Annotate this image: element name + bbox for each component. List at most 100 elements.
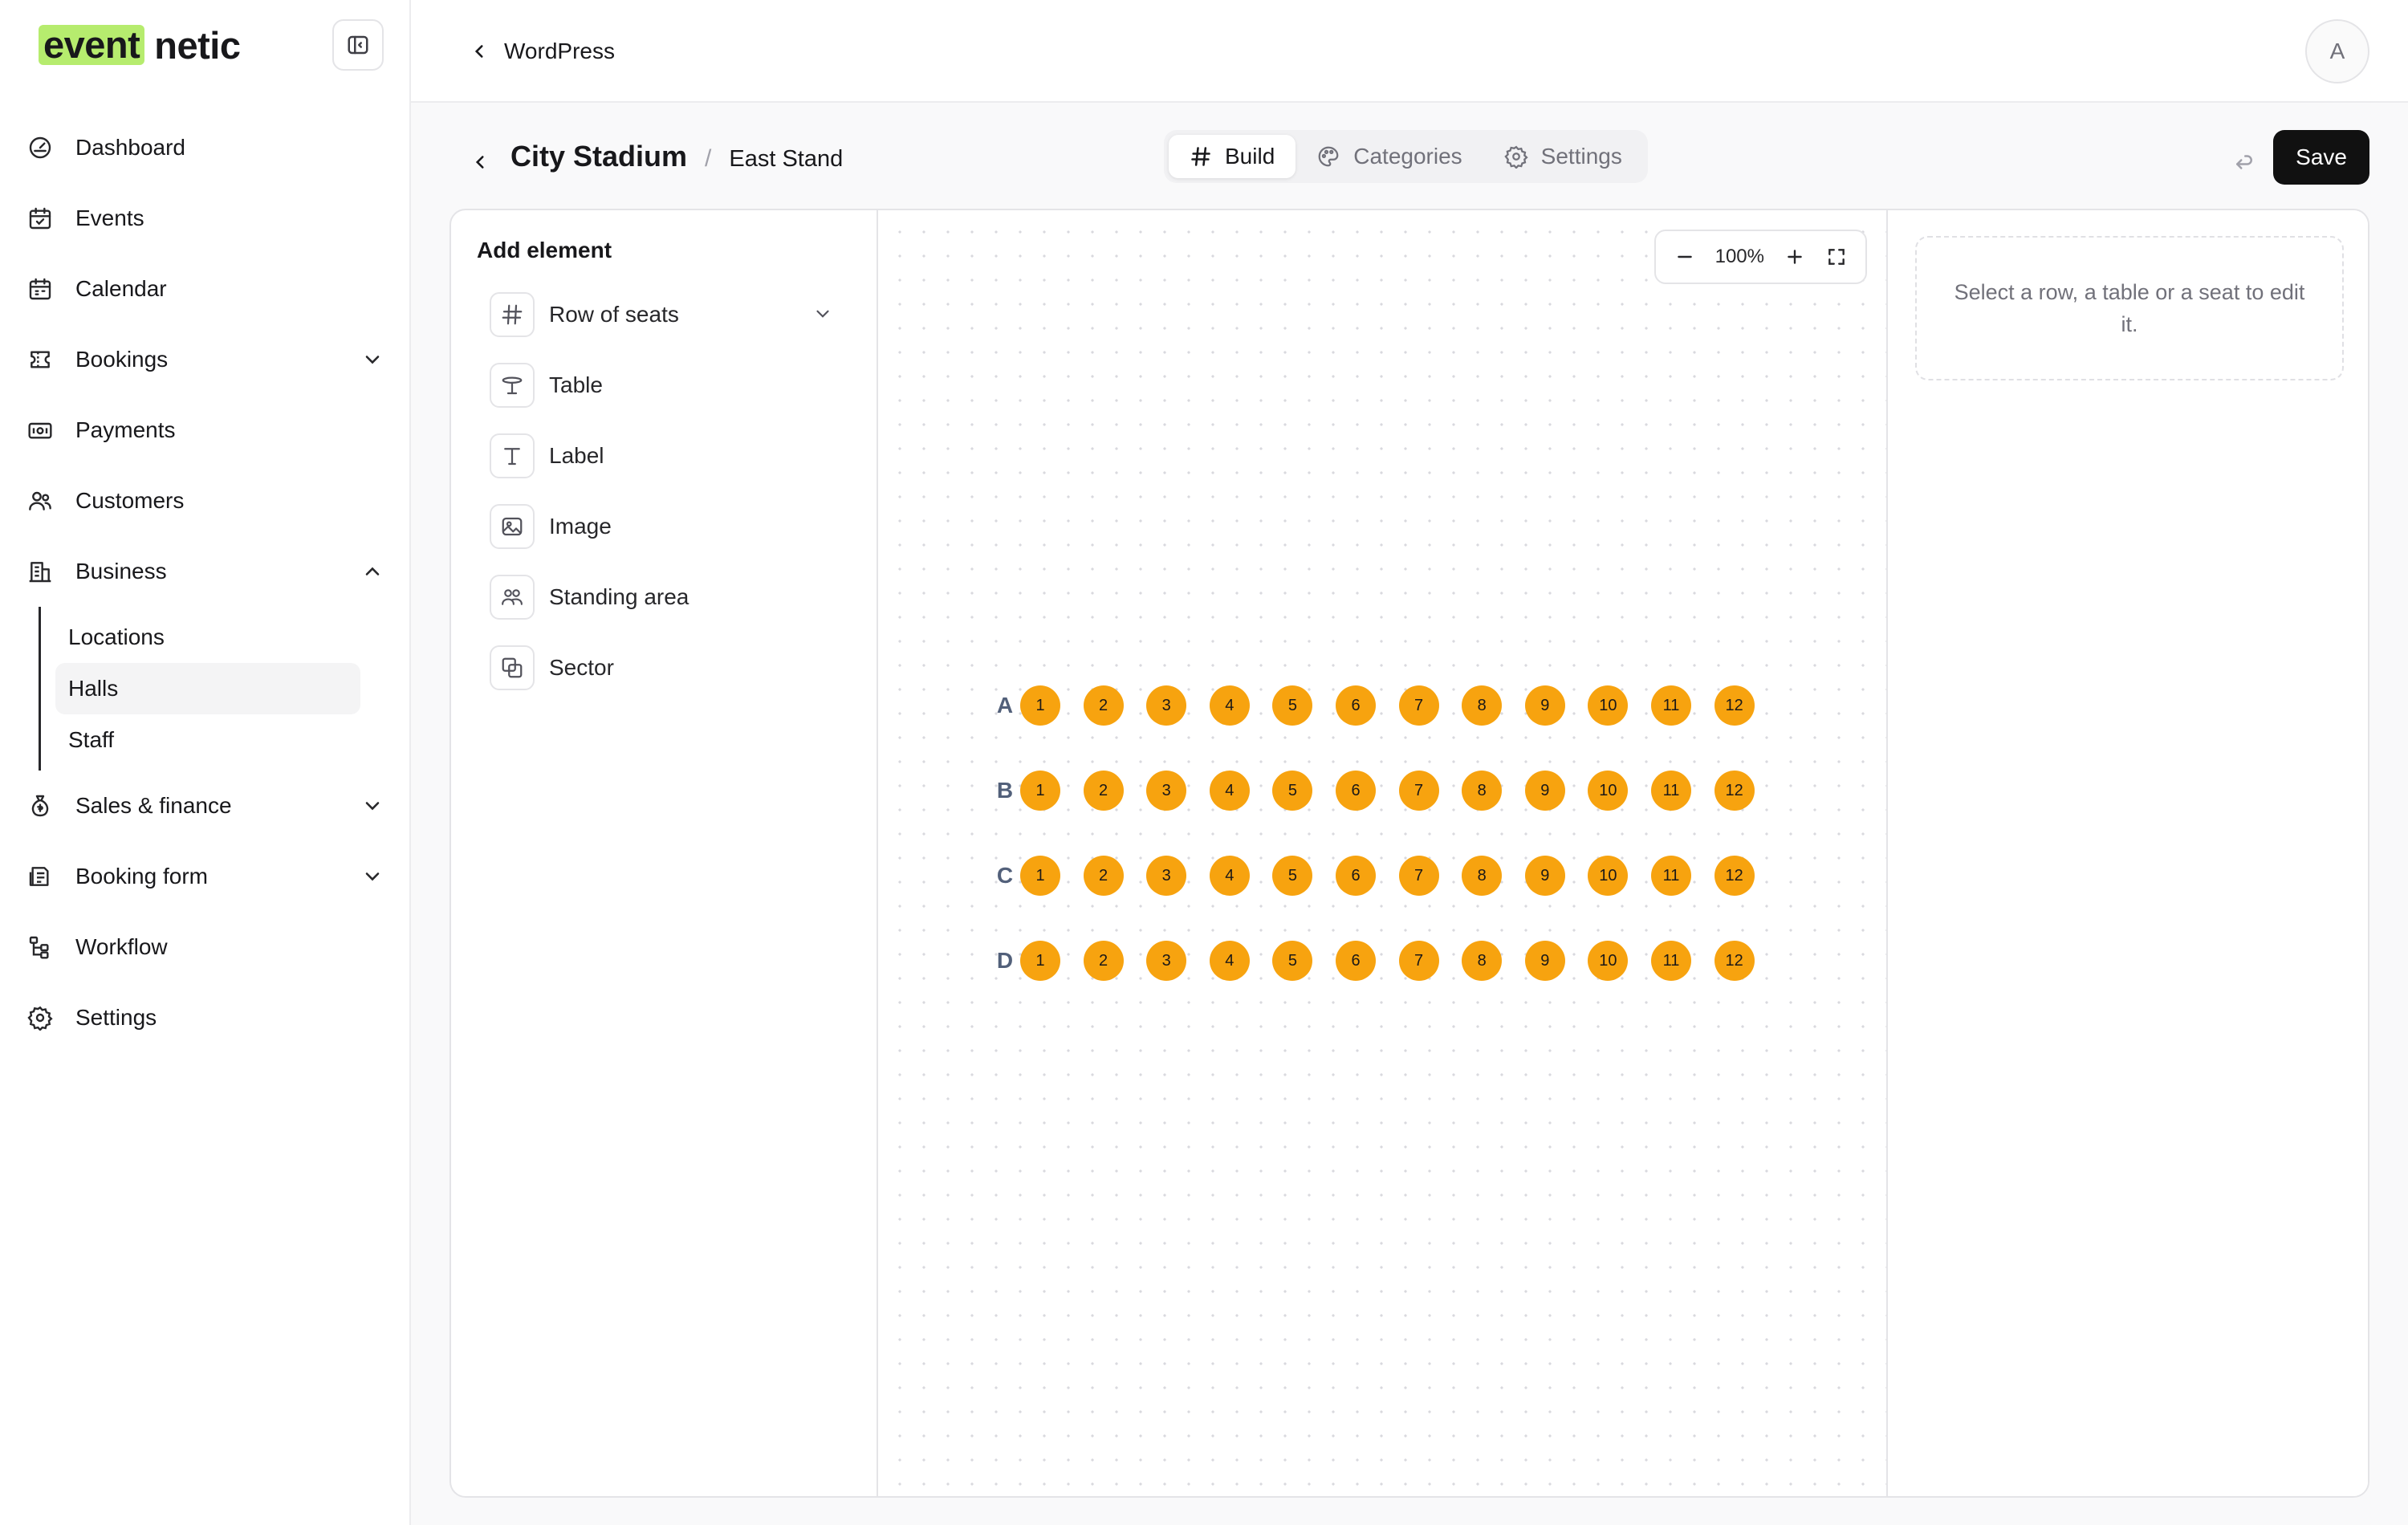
zoom-in-button[interactable] [1774,236,1816,278]
seat[interactable]: 9 [1524,685,1565,726]
seat[interactable]: 2 [1083,941,1124,981]
seat[interactable]: 1 [1020,685,1060,726]
seat[interactable]: 4 [1209,856,1250,896]
seat[interactable]: 12 [1714,856,1755,896]
seat[interactable]: 7 [1398,685,1439,726]
row-label[interactable]: D [989,948,1021,974]
sidebar-item-bookings[interactable]: Bookings [0,324,411,395]
add-image[interactable]: Image [490,491,852,562]
seat[interactable]: 4 [1209,771,1250,811]
seat[interactable]: 6 [1336,685,1376,726]
back-to-wordpress-link[interactable]: WordPress [469,32,615,71]
sidebar-item-payments[interactable]: Payments [0,395,411,466]
seat[interactable]: 8 [1462,771,1503,811]
seat[interactable]: 2 [1083,685,1124,726]
sidebar-item-settings[interactable]: Settings [0,982,411,1053]
sidebar-item-sales-finance[interactable]: Sales & finance [0,771,411,841]
sidebar-item-label: Workflow [75,934,168,959]
seat[interactable]: 1 [1020,771,1060,811]
sidebar-item-customers[interactable]: Customers [0,466,411,536]
sidebar-item-dashboard[interactable]: Dashboard [0,112,411,183]
add-row-of-seats[interactable]: Row of seats [490,279,852,350]
seat[interactable]: 6 [1336,771,1376,811]
seat[interactable]: 8 [1462,941,1503,981]
table-icon [490,363,535,408]
seat-canvas[interactable]: 100% A 1 2 3 4 5 6 7 8 9 10 11 12 B 1 2 3 4 5 6 7 8 9 10 11 12 C 1 2… [878,210,1888,1496]
users-icon [26,486,55,515]
tab-categories[interactable]: Categories [1296,135,1483,178]
seat[interactable]: 11 [1651,941,1691,981]
seat[interactable]: 3 [1146,771,1187,811]
seat[interactable]: 11 [1651,771,1691,811]
add-sector[interactable]: Sector [490,632,852,703]
seat[interactable]: 9 [1524,941,1565,981]
seat[interactable]: 2 [1083,771,1124,811]
chevron-down-icon[interactable] [361,348,384,371]
seat[interactable]: 12 [1714,941,1755,981]
tab-settings[interactable]: Settings [1483,135,1643,178]
seat[interactable]: 5 [1272,941,1313,981]
seat[interactable]: 11 [1651,856,1691,896]
seat[interactable]: 9 [1524,856,1565,896]
chevron-up-icon[interactable] [361,560,384,583]
tab-build[interactable]: Build [1169,135,1296,178]
seat[interactable]: 5 [1272,685,1313,726]
chevron-down-icon[interactable] [812,303,833,324]
seat[interactable]: 1 [1020,941,1060,981]
seat[interactable]: 5 [1272,771,1313,811]
sidebar-item-business[interactable]: Business [0,536,411,607]
undo-icon [2236,155,2252,169]
add-table[interactable]: Table [490,350,852,421]
seat[interactable]: 8 [1462,856,1503,896]
sidebar-subitem-locations[interactable]: Locations [55,612,360,663]
user-avatar[interactable]: A [2305,19,2369,83]
sidebar-item-calendar[interactable]: Calendar [0,254,411,324]
seat[interactable]: 4 [1209,685,1250,726]
seat[interactable]: 10 [1588,685,1629,726]
sidebar-subitem-staff[interactable]: Staff [55,714,360,766]
seat[interactable]: 8 [1462,685,1503,726]
seat[interactable]: 6 [1336,941,1376,981]
collapse-sidebar-button[interactable] [332,19,384,71]
seat[interactable]: 7 [1398,941,1439,981]
row-label[interactable]: A [989,693,1021,718]
add-standing-area[interactable]: Standing area [490,562,852,632]
fullscreen-button[interactable] [1816,236,1857,278]
seat[interactable]: 3 [1146,941,1187,981]
sidebar-item-events[interactable]: Events [0,183,411,254]
seat[interactable]: 2 [1083,856,1124,896]
seat[interactable]: 10 [1588,856,1629,896]
seat[interactable]: 7 [1398,856,1439,896]
row-label[interactable]: C [989,863,1021,889]
chevron-down-icon[interactable] [361,865,384,888]
sidebar-item-workflow[interactable]: Workflow [0,912,411,982]
seat[interactable]: 12 [1714,685,1755,726]
seat[interactable]: 3 [1146,856,1187,896]
row-label[interactable]: B [989,778,1021,803]
element-label: Sector [549,655,614,680]
sidebar-item-label: Business [75,559,167,584]
seat[interactable]: 11 [1651,685,1691,726]
seat[interactable]: 3 [1146,685,1187,726]
back-button[interactable] [461,143,499,181]
zoom-out-button[interactable] [1664,236,1706,278]
seat[interactable]: 1 [1020,856,1060,896]
app-logo[interactable]: event netic [39,19,241,71]
undo-button[interactable] [2227,144,2262,180]
chevron-down-icon[interactable] [361,795,384,817]
seat[interactable]: 5 [1272,856,1313,896]
seat[interactable]: 4 [1209,941,1250,981]
back-link-label: WordPress [504,39,615,63]
seat[interactable]: 10 [1588,771,1629,811]
seat[interactable]: 10 [1588,941,1629,981]
dashboard-icon [26,133,55,162]
add-label[interactable]: Label [490,421,852,491]
seat[interactable]: 6 [1336,856,1376,896]
seat[interactable]: 12 [1714,771,1755,811]
sidebar-subitem-halls[interactable]: Halls [55,663,360,714]
seat[interactable]: 7 [1398,771,1439,811]
seat[interactable]: 9 [1524,771,1565,811]
save-button[interactable]: Save [2273,130,2369,185]
sidebar-item-booking-form[interactable]: Booking form [0,841,411,912]
element-list: Row of seats Table Label Image Standing … [490,279,852,703]
